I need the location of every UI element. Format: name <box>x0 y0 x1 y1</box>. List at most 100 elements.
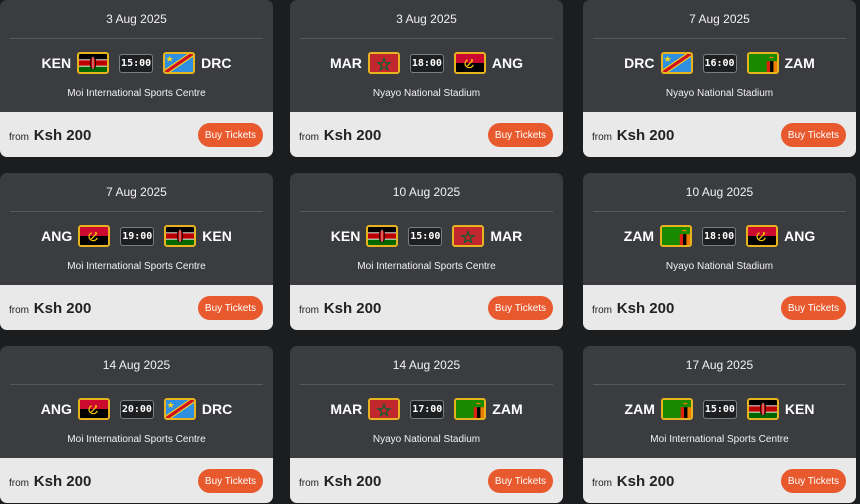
flag-ken-icon <box>746 398 779 420</box>
from-label: from <box>592 132 615 143</box>
buy-tickets-button[interactable]: Buy Tickets <box>781 469 846 493</box>
match-date: 10 Aug 2025 <box>685 185 754 199</box>
home-team-code: ZAM <box>623 228 655 244</box>
buy-tickets-button[interactable]: Buy Tickets <box>781 296 846 320</box>
ticket-footer: from Ksh 200 Buy Tickets <box>290 458 563 503</box>
buy-tickets-button[interactable]: Buy Tickets <box>198 123 263 147</box>
flag-drc-icon <box>163 52 196 74</box>
flag-ang-icon <box>77 398 110 420</box>
from-label: from <box>299 132 322 143</box>
home-team-code: ANG <box>41 228 73 244</box>
match-card: 14 Aug 2025 ANG 20:00 DRC Moi Internatio… <box>0 346 273 503</box>
kickoff-time: 15:00 <box>119 53 154 73</box>
venue: Moi International Sports Centre <box>650 434 789 445</box>
from-label: from <box>299 478 322 489</box>
from-label: from <box>592 305 615 316</box>
match-card: 10 Aug 2025 ZAM 18:00 ANG Nyayo National… <box>583 173 856 330</box>
kickoff-time: 16:00 <box>702 53 737 73</box>
ticket-footer: from Ksh 200 Buy Tickets <box>583 458 856 503</box>
match-date: 10 Aug 2025 <box>392 185 461 199</box>
away-team-code: ZAM <box>784 55 815 71</box>
ticket-footer: from Ksh 200 Buy Tickets <box>0 285 273 330</box>
buy-tickets-button[interactable]: Buy Tickets <box>198 469 263 493</box>
ticket-footer: from Ksh 200 Buy Tickets <box>290 112 563 157</box>
flag-zam-icon <box>746 52 779 74</box>
venue: Nyayo National Stadium <box>372 88 481 99</box>
from-label: from <box>9 305 32 316</box>
divider <box>300 38 553 39</box>
from-label: from <box>299 305 322 316</box>
divider <box>300 384 553 385</box>
flag-drc-icon <box>660 52 693 74</box>
home-team-code: ZAM <box>624 401 655 417</box>
divider <box>10 211 263 212</box>
away-team-code: DRC <box>201 401 233 417</box>
match-card: 17 Aug 2025 ZAM 15:00 KEN Moi Internatio… <box>583 346 856 503</box>
ticket-price: Ksh 200 <box>33 300 92 317</box>
away-team-code: KEN <box>784 401 815 417</box>
divider <box>593 211 846 212</box>
away-team-code: DRC <box>201 55 232 71</box>
from-label: from <box>592 478 615 489</box>
kickoff-time: 20:00 <box>119 399 154 419</box>
flag-ken-icon <box>164 225 197 247</box>
home-team-code: MAR <box>330 401 363 417</box>
venue: Nyayo National Stadium <box>665 261 774 272</box>
kickoff-time: 15:00 <box>408 226 443 246</box>
home-team-code: DRC <box>624 55 655 71</box>
match-card: 3 Aug 2025 MAR 18:00 ANG Nyayo National … <box>290 0 563 157</box>
ticket-footer: from Ksh 200 Buy Tickets <box>0 458 273 503</box>
match-row: ANG 20:00 DRC <box>0 395 273 423</box>
flag-zam-icon <box>660 398 693 420</box>
ticket-footer: from Ksh 200 Buy Tickets <box>583 285 856 330</box>
divider <box>300 211 553 212</box>
flag-drc-icon <box>163 398 196 420</box>
match-date: 3 Aug 2025 <box>106 12 167 26</box>
match-card: 14 Aug 2025 MAR 17:00 ZAM Nyayo National… <box>290 346 563 503</box>
away-team-code: KEN <box>202 228 232 244</box>
ticket-footer: from Ksh 200 Buy Tickets <box>290 285 563 330</box>
buy-tickets-button[interactable]: Buy Tickets <box>198 296 263 320</box>
match-date: 17 Aug 2025 <box>685 358 754 372</box>
match-row: ZAM 18:00 ANG <box>583 222 856 250</box>
kickoff-time: 15:00 <box>702 399 737 419</box>
match-card: 7 Aug 2025 DRC 16:00 ZAM Nyayo National … <box>583 0 856 157</box>
away-team-code: ANG <box>784 228 816 244</box>
venue: Nyayo National Stadium <box>372 434 481 445</box>
buy-tickets-button[interactable]: Buy Tickets <box>488 469 553 493</box>
match-card: 3 Aug 2025 KEN 15:00 DRC Moi Internation… <box>0 0 273 157</box>
buy-tickets-button[interactable]: Buy Tickets <box>781 123 846 147</box>
buy-tickets-button[interactable]: Buy Tickets <box>488 123 553 147</box>
flag-zam-icon <box>454 398 487 420</box>
ticket-price: Ksh 200 <box>616 300 675 317</box>
divider <box>10 384 263 385</box>
away-team-code: ZAM <box>492 401 523 417</box>
match-date: 7 Aug 2025 <box>689 12 750 26</box>
ticket-price: Ksh 200 <box>616 473 675 490</box>
flag-ken-icon <box>77 52 110 74</box>
from-label: from <box>9 478 32 489</box>
venue: Moi International Sports Centre <box>67 88 206 99</box>
home-team-code: KEN <box>41 55 72 71</box>
match-date: 14 Aug 2025 <box>392 358 461 372</box>
home-team-code: ANG <box>40 401 72 417</box>
venue: Moi International Sports Centre <box>67 434 206 445</box>
match-card: 7 Aug 2025 ANG 19:00 KEN Moi Internation… <box>0 173 273 330</box>
flag-mar-icon <box>367 52 400 74</box>
flag-ken-icon <box>366 225 399 247</box>
ticket-price: Ksh 200 <box>33 127 92 144</box>
match-row: KEN 15:00 MAR <box>290 222 563 250</box>
match-row: MAR 18:00 ANG <box>290 49 563 77</box>
home-team-code: MAR <box>329 55 362 71</box>
buy-tickets-button[interactable]: Buy Tickets <box>488 296 553 320</box>
flag-ang-icon <box>746 225 779 247</box>
ticket-footer: from Ksh 200 Buy Tickets <box>583 112 856 157</box>
from-label: from <box>9 132 32 143</box>
ticket-footer: from Ksh 200 Buy Tickets <box>0 112 273 157</box>
match-row: DRC 16:00 ZAM <box>583 49 856 77</box>
home-team-code: KEN <box>330 228 361 244</box>
ticket-price: Ksh 200 <box>323 300 382 317</box>
ticket-price: Ksh 200 <box>323 127 382 144</box>
venue: Nyayo National Stadium <box>665 88 774 99</box>
kickoff-time: 18:00 <box>409 53 444 73</box>
